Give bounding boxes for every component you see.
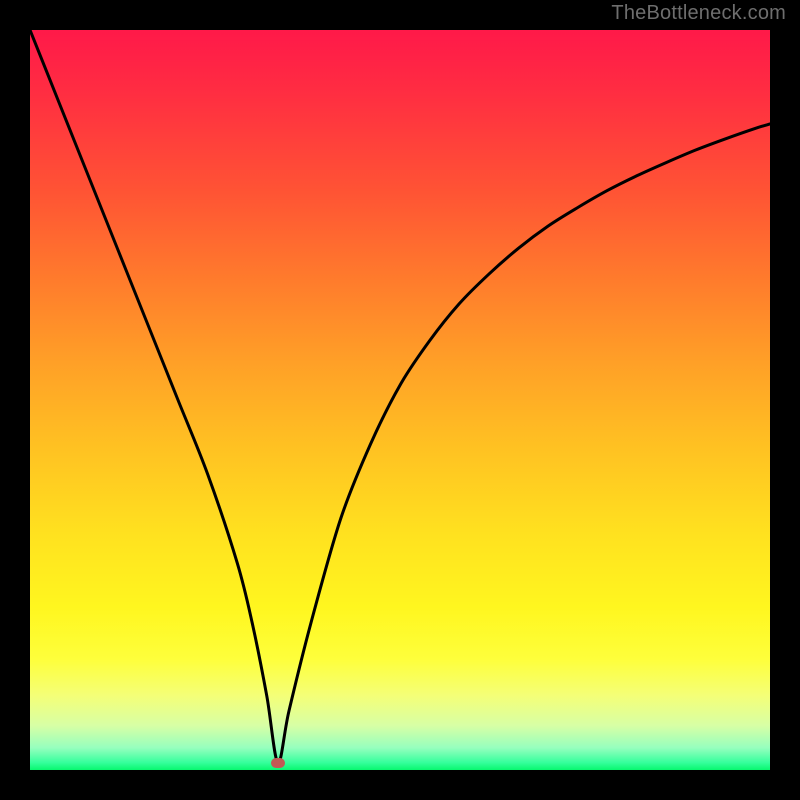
watermark-text: TheBottleneck.com [611,2,786,25]
chart-container: TheBottleneck.com [0,0,800,800]
curve-layer [30,30,770,770]
plot-area [30,30,770,770]
optimal-point-marker [271,758,285,768]
bottleneck-curve [30,30,770,763]
